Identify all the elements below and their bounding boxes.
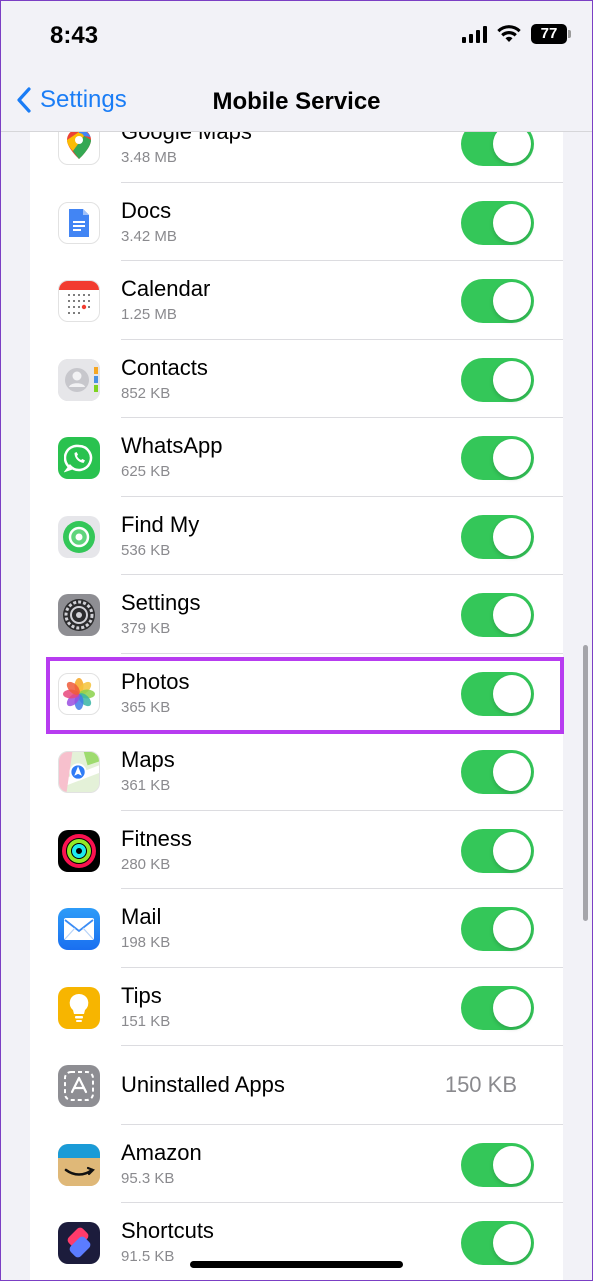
shortcuts-icon	[58, 1222, 100, 1264]
app-name: Contacts	[121, 354, 208, 380]
app-size: 852 KB	[121, 384, 171, 402]
status-time: 8:43	[50, 22, 99, 49]
app-size: 361 KB	[121, 777, 171, 794]
mail-icon	[58, 908, 100, 950]
scrollbar[interactable]	[583, 645, 588, 921]
list-item: Docs 3.42 MB	[30, 183, 563, 261]
fitness-icon	[58, 829, 100, 872]
app-usage-list-viewport: Google Maps 3.48 MB Docs 3.42 MB	[0, 132, 593, 1281]
app-size: 91.5 KB	[121, 1248, 175, 1265]
app-name: Mail	[121, 904, 162, 929]
app-size: 3.48 MB	[121, 149, 177, 166]
settings-toggle[interactable]	[461, 593, 534, 637]
list-item: Uninstalled Apps 150 KB	[30, 1046, 563, 1125]
calendar-icon	[58, 280, 100, 322]
tips-toggle[interactable]	[461, 985, 534, 1030]
app-name: Photos	[121, 668, 190, 694]
shortcuts-toggle[interactable]	[461, 1221, 534, 1265]
list-item: Contacts 852 KB	[30, 340, 563, 418]
app-name: Calendar	[121, 276, 211, 301]
docs-toggle[interactable]	[461, 200, 534, 245]
app-size: 379 KB	[121, 620, 171, 637]
app-name: Find My	[121, 511, 200, 537]
app-size: 536 KB	[121, 541, 171, 559]
app-usage-list: Google Maps 3.48 MB Docs 3.42 MB	[30, 132, 563, 1281]
photos-toggle[interactable]	[461, 671, 534, 716]
app-name: Uninstalled Apps	[121, 1072, 285, 1097]
app-size: 1.25 MB	[121, 306, 177, 323]
cellular-signal-icon	[462, 25, 487, 43]
list-item: WhatsApp 625 KB	[30, 418, 563, 497]
home-indicator	[190, 1261, 403, 1268]
app-name: WhatsApp	[121, 433, 223, 458]
app-size: 150 KB	[444, 1072, 517, 1097]
app-size: 198 KB	[121, 934, 171, 951]
page-title: Mobile Service	[212, 88, 381, 115]
whatsapp-icon	[58, 437, 100, 479]
list-item: Shortcuts 91.5 KB	[30, 1203, 563, 1281]
app-size: 151 KB	[121, 1012, 171, 1030]
app-name: Amazon	[121, 1139, 202, 1165]
wifi-icon	[497, 25, 521, 42]
amazon-icon	[58, 1143, 100, 1186]
status-icons: 77	[462, 24, 571, 44]
list-item: Tips 151 KB	[30, 968, 563, 1046]
list-item: Google Maps 3.48 MB	[30, 132, 563, 183]
list-item: Amazon 95.3 KB	[30, 1125, 563, 1203]
mail-toggle[interactable]	[461, 907, 534, 951]
google-maps-icon	[58, 132, 100, 165]
contacts-toggle[interactable]	[461, 357, 534, 402]
whatsapp-toggle[interactable]	[461, 436, 534, 480]
list-item: Mail 198 KB	[30, 889, 563, 968]
list-item: Photos 365 KB	[30, 654, 563, 732]
app-store-icon	[58, 1065, 100, 1107]
google-maps-toggle[interactable]	[461, 132, 534, 166]
tips-icon	[58, 986, 100, 1029]
list-item: Settings 379 KB	[30, 575, 563, 654]
app-name: Settings	[121, 590, 201, 615]
calendar-toggle[interactable]	[461, 279, 534, 323]
navigation-bar: Settings Mobile Service	[0, 70, 593, 132]
app-size: 625 KB	[121, 463, 171, 480]
list-item: Calendar 1.25 MB	[30, 261, 563, 340]
amazon-toggle[interactable]	[461, 1142, 534, 1187]
list-item: Fitness 280 KB	[30, 811, 563, 889]
app-name: Docs	[121, 197, 172, 223]
contacts-icon	[58, 358, 100, 401]
find-my-icon	[58, 515, 100, 558]
status-bar: 8:43 77	[0, 0, 593, 70]
maps-icon	[58, 751, 100, 793]
app-name: Shortcuts	[121, 1218, 214, 1243]
photos-icon	[58, 672, 100, 715]
settings-icon	[58, 594, 100, 636]
list-item: Maps 361 KB	[30, 732, 563, 811]
maps-toggle[interactable]	[461, 750, 534, 794]
app-name: Google Maps	[121, 132, 252, 145]
app-size: 280 KB	[121, 855, 171, 873]
list-item: Find My 536 KB	[30, 497, 563, 575]
app-size: 365 KB	[121, 698, 171, 716]
docs-icon	[58, 201, 100, 244]
app-name: Tips	[121, 982, 162, 1008]
app-name: Fitness	[121, 825, 192, 851]
app-size: 95.3 KB	[121, 1169, 175, 1187]
fitness-toggle[interactable]	[461, 828, 534, 873]
app-size: 3.42 MB	[121, 227, 177, 245]
app-name: Maps	[121, 747, 175, 772]
find-my-toggle[interactable]	[461, 514, 534, 559]
battery-icon: 77	[531, 24, 571, 44]
